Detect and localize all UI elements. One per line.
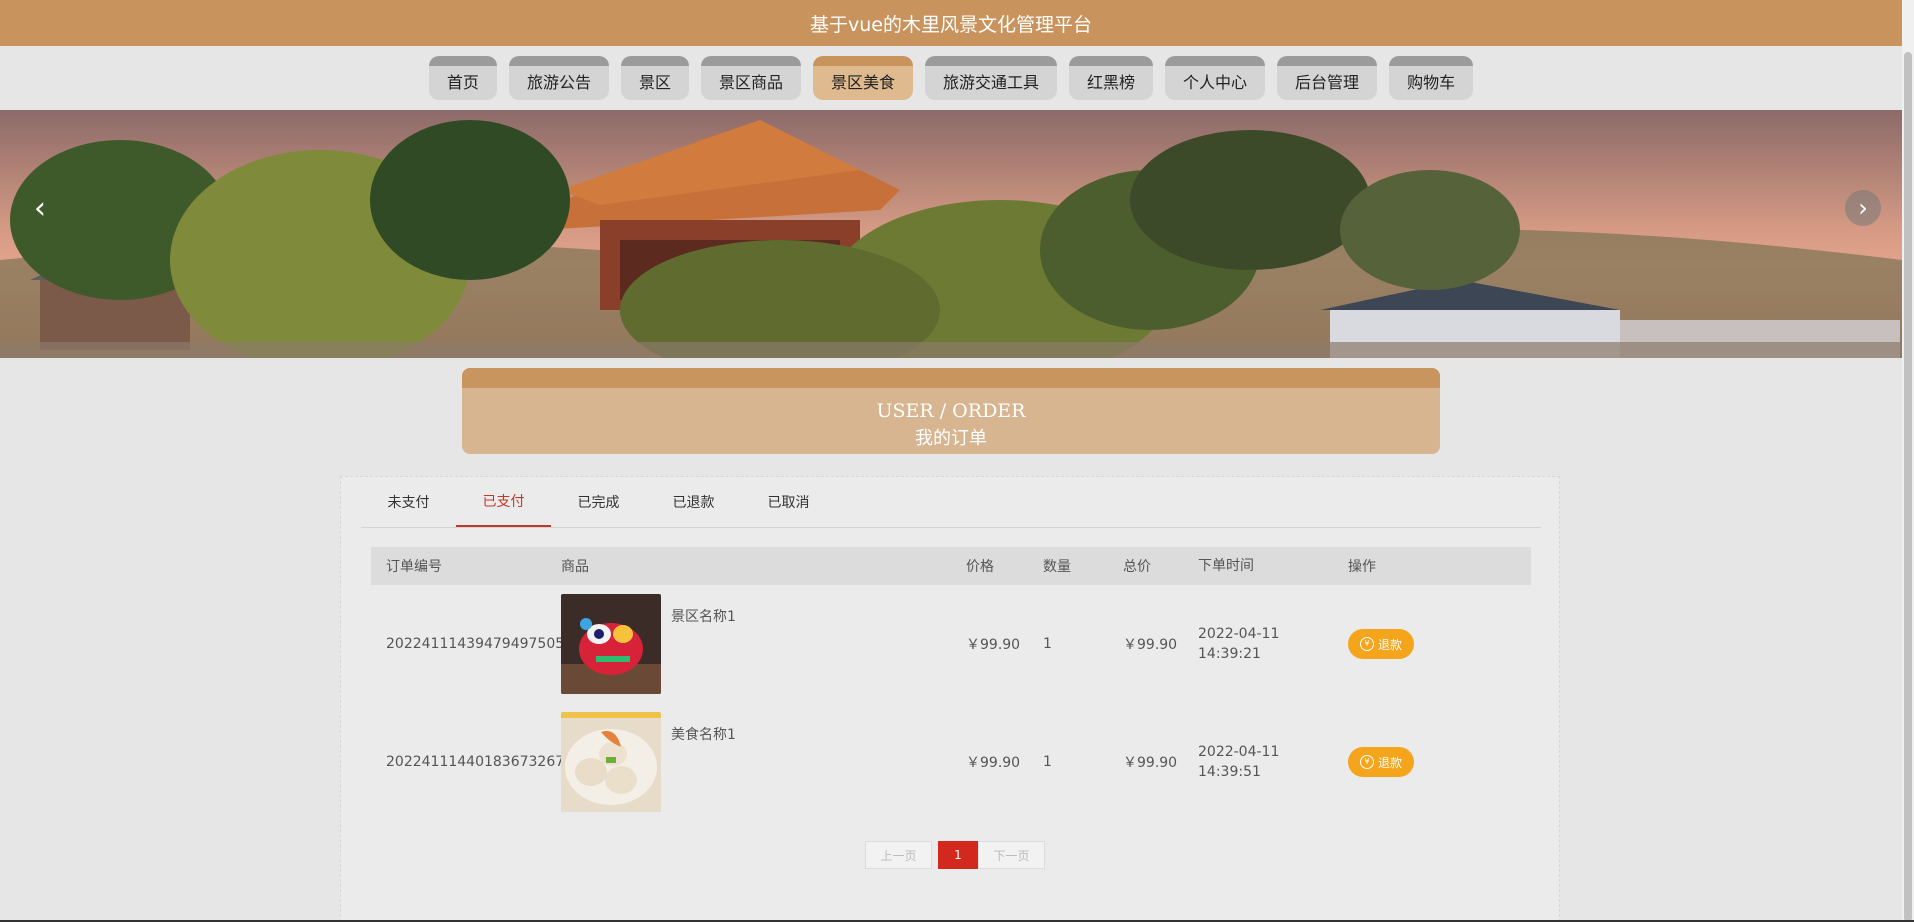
nav-item-cart[interactable]: 购物车 bbox=[1389, 56, 1474, 100]
order-section-header: USER / ORDER 我的订单 bbox=[462, 368, 1440, 454]
nav-item-profile[interactable]: 个人中心 bbox=[1165, 56, 1266, 100]
nav-item-transport[interactable]: 旅游交通工具 bbox=[925, 56, 1058, 100]
chevron-right-icon: › bbox=[1858, 194, 1868, 222]
lion-toy-image bbox=[561, 594, 661, 694]
header-total: 总价 bbox=[1123, 559, 1151, 575]
section-title-en: USER / ORDER bbox=[876, 400, 1026, 422]
orders-table: 订单编号 商品 价格 数量 总价 下单时间 操作 202241114394794… bbox=[371, 547, 1531, 821]
nav-item-announcements[interactable]: 旅游公告 bbox=[508, 56, 609, 100]
order-price: ￥99.90 bbox=[966, 755, 1021, 771]
tab-paid[interactable]: 已支付 bbox=[456, 477, 551, 527]
order-status-tabs: 未支付 已支付 已完成 已退款 已取消 bbox=[361, 477, 1541, 528]
tab-completed[interactable]: 已完成 bbox=[551, 477, 646, 527]
order-total: ￥99.90 bbox=[1123, 755, 1178, 771]
nav-item-products[interactable]: 景区商品 bbox=[700, 56, 801, 100]
main-nav: 首页 旅游公告 景区 景区商品 景区美食 旅游交通工具 红黑榜 个人中心 后台管… bbox=[0, 46, 1902, 110]
goods-name: 景区名称1 bbox=[671, 609, 736, 625]
goods-name: 美食名称1 bbox=[671, 727, 736, 743]
prev-page-button[interactable]: 上一页 bbox=[865, 841, 932, 869]
scrollbar-thumb[interactable] bbox=[1904, 52, 1912, 922]
nav-item-admin[interactable]: 后台管理 bbox=[1277, 56, 1378, 100]
yen-icon: ¥ bbox=[1359, 755, 1374, 769]
header-price: 价格 bbox=[966, 559, 994, 575]
site-header: 基于vue的木里风景文化管理平台 bbox=[0, 0, 1902, 46]
refund-button[interactable]: ¥ 退款 bbox=[1348, 747, 1414, 777]
banner-carousel bbox=[0, 110, 1902, 358]
nav-item-ranking[interactable]: 红黑榜 bbox=[1069, 56, 1154, 100]
header-qty: 数量 bbox=[1043, 559, 1071, 575]
tab-refunded[interactable]: 已退款 bbox=[646, 477, 741, 527]
tab-cancelled[interactable]: 已取消 bbox=[741, 477, 836, 527]
section-title-cn: 我的订单 bbox=[915, 428, 987, 449]
nav-item-home[interactable]: 首页 bbox=[428, 56, 497, 100]
nav-item-food[interactable]: 景区美食 bbox=[812, 56, 913, 100]
order-time: 2022-04-11 14:39:51 bbox=[1198, 744, 1280, 780]
nav-item-scenic[interactable]: 景区 bbox=[620, 56, 689, 100]
order-id: 202241114394794975050 bbox=[386, 636, 574, 652]
goods-thumbnail[interactable] bbox=[561, 594, 661, 694]
order-id: 202241114401836732676 bbox=[386, 754, 574, 770]
site-title: 基于vue的木里风景文化管理平台 bbox=[810, 13, 1092, 36]
shrimp-dumplings-image bbox=[561, 712, 661, 812]
header-goods: 商品 bbox=[561, 559, 589, 575]
order-price: ￥99.90 bbox=[966, 637, 1021, 653]
carousel-prev-button[interactable]: ‹ bbox=[22, 190, 58, 226]
scrollbar[interactable] bbox=[1902, 0, 1914, 922]
carousel-next-button[interactable]: › bbox=[1845, 190, 1881, 226]
table-row: 202241114401836732676 美食名称1 ￥99.90 1 ￥99… bbox=[371, 703, 1531, 821]
order-qty: 1 bbox=[1043, 636, 1052, 652]
order-time: 2022-04-11 14:39:21 bbox=[1198, 626, 1280, 662]
header-order-id: 订单编号 bbox=[386, 559, 442, 575]
header-order-time: 下单时间 bbox=[1198, 558, 1254, 574]
chevron-left-icon: ‹ bbox=[34, 190, 46, 226]
table-header: 订单编号 商品 价格 数量 总价 下单时间 操作 bbox=[371, 547, 1531, 585]
pagination: 上一页 1 下一页 bbox=[865, 841, 1045, 869]
order-qty: 1 bbox=[1043, 754, 1052, 770]
header-action: 操作 bbox=[1348, 559, 1376, 575]
next-page-button[interactable]: 下一页 bbox=[978, 841, 1045, 869]
banner-image bbox=[0, 120, 1902, 358]
order-total: ￥99.90 bbox=[1123, 637, 1178, 653]
page-number-button[interactable]: 1 bbox=[938, 841, 978, 869]
yen-icon: ¥ bbox=[1359, 637, 1374, 651]
goods-thumbnail[interactable] bbox=[561, 712, 661, 812]
refund-button[interactable]: ¥ 退款 bbox=[1348, 629, 1414, 659]
tab-unpaid[interactable]: 未支付 bbox=[361, 477, 456, 527]
orders-panel: 未支付 已支付 已完成 已退款 已取消 订单编号 商品 价格 数量 总价 下单时… bbox=[340, 476, 1560, 922]
table-row: 202241114394794975050 景区名称1 ￥99.90 1 ￥99… bbox=[371, 585, 1531, 703]
